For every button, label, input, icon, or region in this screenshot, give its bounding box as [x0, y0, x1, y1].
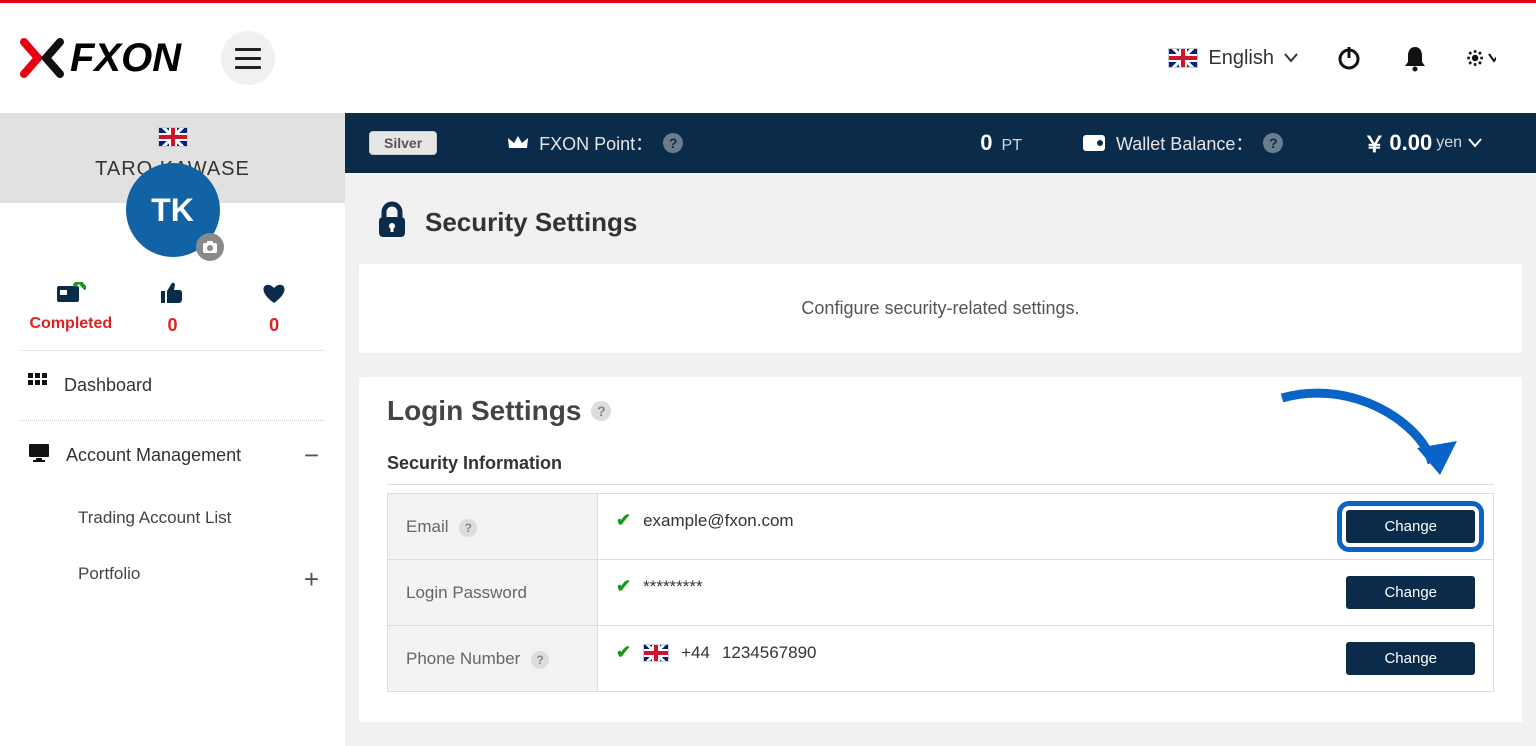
chevron-down-icon	[1284, 53, 1298, 63]
status-completed[interactable]: Completed	[21, 281, 122, 336]
row-phone: Phone Number ? Change ✔ +44 1234567890	[388, 626, 1494, 692]
grid-icon	[28, 373, 48, 398]
help-icon[interactable]: ?	[591, 401, 611, 421]
help-icon[interactable]: ?	[531, 651, 549, 669]
power-icon[interactable]	[1334, 43, 1364, 73]
points-value: 0	[980, 130, 992, 155]
chevron-down-icon	[1468, 138, 1482, 148]
lock-icon	[375, 201, 409, 244]
page-title: Security Settings	[425, 207, 637, 238]
help-icon[interactable]: ?	[459, 519, 477, 537]
login-settings-panel: Login Settings ? Security Information Em…	[359, 377, 1522, 722]
help-icon[interactable]: ?	[663, 133, 683, 153]
crown-icon	[507, 134, 529, 152]
check-icon: ✔	[616, 510, 631, 531]
language-selector[interactable]: English	[1168, 47, 1298, 70]
wallet-icon	[1082, 134, 1106, 152]
status-likes[interactable]: 0	[122, 281, 223, 336]
points-label: FXON Point：	[539, 130, 653, 156]
email-value: example@fxon.com	[643, 511, 794, 531]
section-subheading: Security Information	[387, 453, 1494, 485]
wallet-display[interactable]: ￥ 0.00 yen	[1363, 127, 1482, 159]
nav-dashboard[interactable]: Dashboard	[20, 350, 325, 420]
menu-toggle-button[interactable]	[221, 31, 275, 85]
nav-trading-account-list[interactable]: Trading Account List	[70, 490, 325, 546]
page-heading: Security Settings	[345, 173, 1536, 264]
row-password: Login Password Change ✔ *********	[388, 560, 1494, 626]
bell-icon[interactable]	[1400, 43, 1430, 73]
flag-gb-icon	[158, 127, 188, 147]
monitor-icon	[28, 443, 50, 468]
settings-dropdown[interactable]	[1466, 43, 1496, 73]
thumbs-up-icon	[122, 281, 223, 305]
row-email: Email ? Change ✔ example@fxon.com	[388, 494, 1494, 560]
avatar[interactable]: TK	[126, 163, 220, 257]
nav-portfolio[interactable]: Portfolio +	[70, 546, 325, 602]
change-password-button[interactable]: Change	[1346, 576, 1475, 609]
help-icon[interactable]: ?	[1263, 133, 1283, 153]
sidebar: TARO KAWASE TK Completed 0	[0, 113, 345, 746]
expand-icon: +	[304, 564, 319, 595]
camera-icon[interactable]	[196, 233, 224, 261]
collapse-icon: −	[304, 440, 319, 471]
brand-name: FXON	[70, 36, 181, 81]
password-value: *********	[643, 577, 703, 597]
points-unit: PT	[1002, 137, 1022, 154]
gear-icon	[1466, 44, 1484, 72]
section-title: Login Settings ?	[387, 395, 1494, 427]
header: FXON English	[0, 3, 1536, 113]
change-phone-button[interactable]: Change	[1346, 642, 1475, 675]
check-icon: ✔	[616, 576, 631, 597]
logo-mark-icon	[20, 38, 64, 78]
chevron-down-icon	[1488, 53, 1496, 63]
flag-gb-icon	[643, 644, 669, 662]
check-icon: ✔	[616, 642, 631, 663]
flag-gb-icon	[1168, 48, 1198, 68]
tier-badge[interactable]: Silver	[369, 131, 437, 155]
info-bar: Silver FXON Point： ? 0 PT Wallet Balance…	[345, 113, 1536, 173]
language-label: English	[1208, 47, 1274, 70]
phone-value: 1234567890	[722, 643, 817, 663]
brand-logo[interactable]: FXON	[20, 36, 181, 81]
heart-icon	[224, 281, 325, 305]
nav-account-management[interactable]: Account Management −	[20, 420, 325, 490]
change-email-button[interactable]: Change	[1346, 510, 1475, 543]
phone-prefix: +44	[681, 643, 710, 663]
status-hearts[interactable]: 0	[224, 281, 325, 336]
security-info-table: Email ? Change ✔ example@fxon.com Login …	[387, 493, 1494, 692]
main: Silver FXON Point： ? 0 PT Wallet Balance…	[345, 113, 1536, 746]
wallet-label: Wallet Balance：	[1116, 130, 1253, 156]
description-panel: Configure security-related settings.	[359, 264, 1522, 353]
user-status-row: Completed 0 0	[0, 257, 345, 350]
description-text: Configure security-related settings.	[359, 264, 1522, 353]
id-card-check-icon	[21, 281, 122, 305]
